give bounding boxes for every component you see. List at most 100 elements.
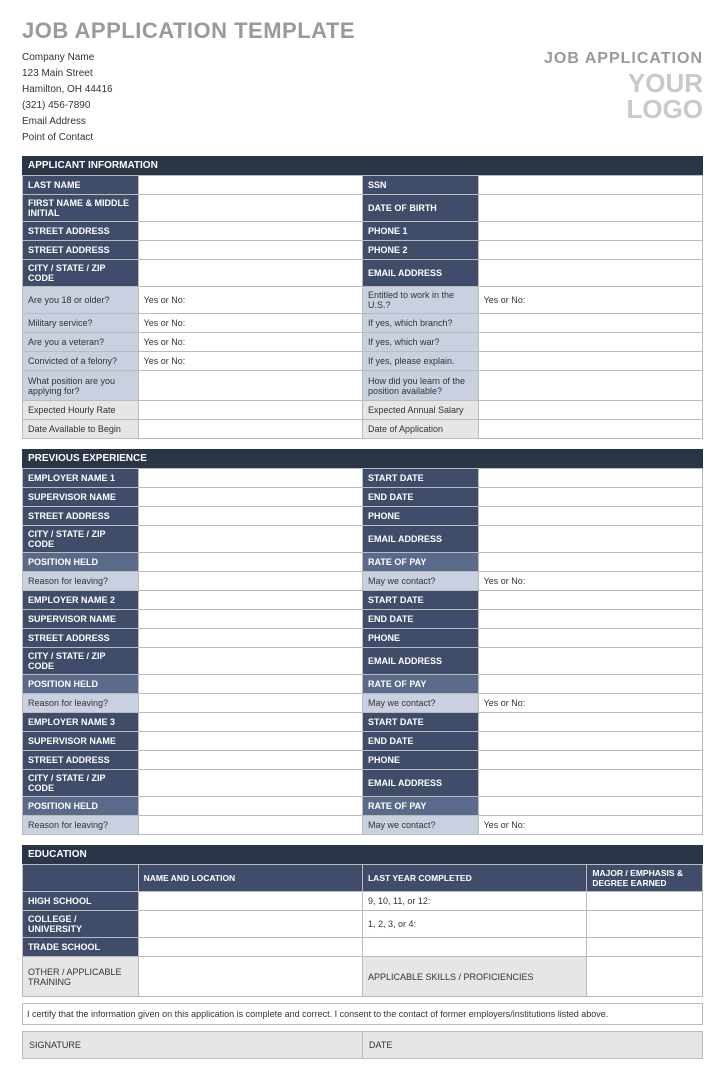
val-csz2[interactable] xyxy=(138,648,362,675)
val-str2[interactable] xyxy=(138,629,362,648)
val-pos3[interactable] xyxy=(138,797,362,816)
company-poc: Point of Contact xyxy=(22,130,113,146)
lbl-contact3: May we contact? xyxy=(362,816,478,835)
val-phone2[interactable] xyxy=(478,241,702,260)
company-info: Company Name 123 Main Street Hamilton, O… xyxy=(22,50,113,146)
val-lastname[interactable] xyxy=(138,176,362,195)
val-pos1[interactable] xyxy=(138,553,362,572)
val-str3[interactable] xyxy=(138,751,362,770)
val-hs-name[interactable] xyxy=(138,892,362,911)
val-csz3[interactable] xyxy=(138,770,362,797)
experience-table: EMPLOYER NAME 1START DATE SUPERVISOR NAM… xyxy=(22,468,703,835)
val-hs-major[interactable] xyxy=(587,892,703,911)
lbl-firstname: FIRST NAME & MIDDLE INITIAL xyxy=(23,195,139,222)
val-emp3[interactable] xyxy=(138,713,362,732)
val-other[interactable] xyxy=(138,957,362,997)
val-emp2[interactable] xyxy=(138,591,362,610)
val-phone1[interactable] xyxy=(478,222,702,241)
val-em3[interactable] xyxy=(478,770,702,797)
val-rate1[interactable] xyxy=(478,553,702,572)
val-email[interactable] xyxy=(478,260,702,287)
val-appdate[interactable] xyxy=(478,420,702,439)
val-end3[interactable] xyxy=(478,732,702,751)
section-applicant: APPLICANT INFORMATION xyxy=(22,156,703,175)
lbl-start3: START DATE xyxy=(362,713,478,732)
lbl-trade: TRADE SCHOOL xyxy=(23,938,139,957)
company-email: Email Address xyxy=(22,114,113,130)
company-street: 123 Main Street xyxy=(22,66,113,82)
val-csz[interactable] xyxy=(138,260,362,287)
lbl-sup2: SUPERVISOR NAME xyxy=(23,610,139,629)
val-emp1[interactable] xyxy=(138,469,362,488)
val-contact3[interactable]: Yes or No: xyxy=(478,816,702,835)
val-rate3[interactable] xyxy=(478,797,702,816)
val-felony[interactable]: Yes or No: xyxy=(138,352,362,371)
val-firstname[interactable] xyxy=(138,195,362,222)
val-sup1[interactable] xyxy=(138,488,362,507)
val-reason1[interactable] xyxy=(138,572,362,591)
val-start2[interactable] xyxy=(478,591,702,610)
val-street1[interactable] xyxy=(138,222,362,241)
date-field[interactable]: DATE xyxy=(363,1031,703,1059)
lbl-pos3: POSITION HELD xyxy=(23,797,139,816)
val-col-major[interactable] xyxy=(587,911,703,938)
val-hourly[interactable] xyxy=(138,401,362,420)
val-trade-name[interactable] xyxy=(138,938,362,957)
val-end2[interactable] xyxy=(478,610,702,629)
val-reason2[interactable] xyxy=(138,694,362,713)
lbl-str2: STREET ADDRESS xyxy=(23,629,139,648)
val-avail[interactable] xyxy=(138,420,362,439)
val-trade-year[interactable] xyxy=(362,938,586,957)
val-start1[interactable] xyxy=(478,469,702,488)
lbl-hourly: Expected Hourly Rate xyxy=(23,401,139,420)
val-ph1[interactable] xyxy=(478,507,702,526)
val-branch[interactable] xyxy=(478,314,702,333)
lbl-start2: START DATE xyxy=(362,591,478,610)
val-explain[interactable] xyxy=(478,352,702,371)
val-contact1[interactable]: Yes or No: xyxy=(478,572,702,591)
val-18[interactable]: Yes or No: xyxy=(138,287,362,314)
lbl-contact1: May we contact? xyxy=(362,572,478,591)
val-contact2[interactable]: Yes or No: xyxy=(478,694,702,713)
education-table: NAME AND LOCATIONLAST YEAR COMPLETEDMAJO… xyxy=(22,864,703,997)
val-reason3[interactable] xyxy=(138,816,362,835)
val-end1[interactable] xyxy=(478,488,702,507)
val-war[interactable] xyxy=(478,333,702,352)
val-csz1[interactable] xyxy=(138,526,362,553)
val-military[interactable]: Yes or No: xyxy=(138,314,362,333)
val-learn[interactable] xyxy=(478,371,702,401)
val-dob[interactable] xyxy=(478,195,702,222)
val-salary[interactable] xyxy=(478,401,702,420)
lbl-phone1: PHONE 1 xyxy=(362,222,478,241)
val-ph3[interactable] xyxy=(478,751,702,770)
company-name: Company Name xyxy=(22,50,113,66)
val-position[interactable] xyxy=(138,371,362,401)
val-hs-year[interactable]: 9, 10, 11, or 12: xyxy=(362,892,586,911)
lbl-str3: STREET ADDRESS xyxy=(23,751,139,770)
val-sup2[interactable] xyxy=(138,610,362,629)
val-veteran[interactable]: Yes or No: xyxy=(138,333,362,352)
val-pos2[interactable] xyxy=(138,675,362,694)
val-col-year[interactable]: 1, 2, 3, or 4: xyxy=(362,911,586,938)
heading-jobapp: JOB APPLICATION xyxy=(544,50,703,68)
lbl-reason1: Reason for leaving? xyxy=(23,572,139,591)
lbl-end1: END DATE xyxy=(362,488,478,507)
val-col-name[interactable] xyxy=(138,911,362,938)
lbl-street2: STREET ADDRESS xyxy=(23,241,139,260)
val-ssn[interactable] xyxy=(478,176,702,195)
lbl-em2: EMAIL ADDRESS xyxy=(362,648,478,675)
lbl-rate1: RATE OF PAY xyxy=(362,553,478,572)
val-str1[interactable] xyxy=(138,507,362,526)
val-ph2[interactable] xyxy=(478,629,702,648)
val-em2[interactable] xyxy=(478,648,702,675)
val-sup3[interactable] xyxy=(138,732,362,751)
val-entitled[interactable]: Yes or No: xyxy=(478,287,702,314)
val-rate2[interactable] xyxy=(478,675,702,694)
section-education: EDUCATION xyxy=(22,845,703,864)
val-street2[interactable] xyxy=(138,241,362,260)
val-em1[interactable] xyxy=(478,526,702,553)
val-trade-major[interactable] xyxy=(587,938,703,957)
val-start3[interactable] xyxy=(478,713,702,732)
val-skills[interactable] xyxy=(587,957,703,997)
signature-field[interactable]: SIGNATURE xyxy=(22,1031,363,1059)
